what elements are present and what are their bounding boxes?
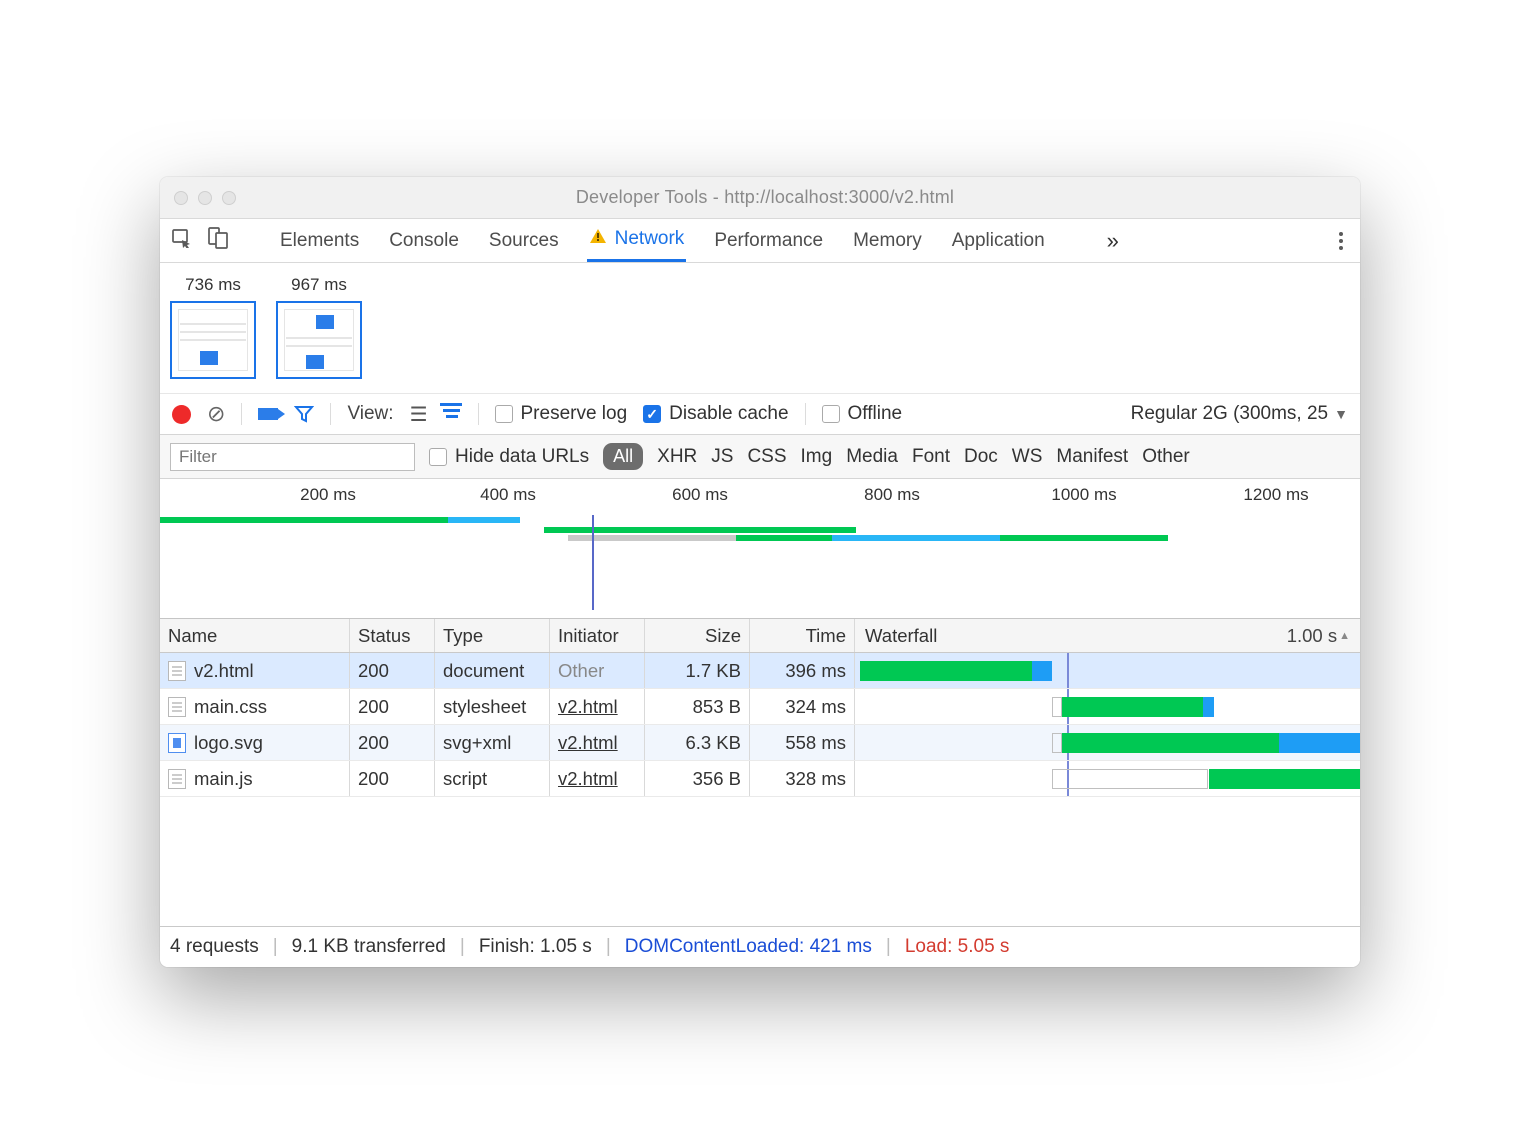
frame-thumbnail [276, 301, 362, 379]
capture-screenshots-icon[interactable] [258, 408, 278, 420]
filmstrip-frame[interactable]: 967 ms [276, 275, 362, 379]
filter-type-other[interactable]: Other [1142, 446, 1190, 468]
col-time[interactable]: Time [750, 619, 855, 652]
table-row[interactable]: v2.html200documentOther1.7 KB396 ms [160, 653, 1360, 689]
throttling-select[interactable]: Regular 2G (300ms, 25▼ [1131, 403, 1348, 425]
overview-toggle-icon[interactable] [440, 402, 462, 427]
table-row[interactable]: main.css200stylesheetv2.html853 B324 ms [160, 689, 1360, 725]
initiator-link[interactable]: v2.html [558, 768, 618, 790]
tick-label: 200 ms [300, 485, 356, 505]
status-requests: 4 requests [170, 936, 259, 958]
offline-checkbox[interactable]: Offline [822, 403, 903, 425]
tab-console[interactable]: Console [387, 219, 461, 262]
preserve-log-checkbox[interactable]: Preserve log [495, 403, 628, 425]
table-row[interactable]: logo.svg200svg+xmlv2.html6.3 KB558 ms [160, 725, 1360, 761]
zoom-window-button[interactable] [222, 191, 236, 205]
table-row[interactable]: main.js200scriptv2.html356 B328 ms [160, 761, 1360, 797]
document-file-icon [168, 697, 186, 717]
hide-data-urls-checkbox[interactable]: Hide data URLs [429, 446, 589, 468]
frame-thumbnail [170, 301, 256, 379]
tab-performance[interactable]: Performance [712, 219, 825, 262]
table-header: Name Status Type Initiator Size Time Wat… [160, 619, 1360, 653]
network-toolbar: ⊘ View: ☰ Preserve log ✓Disable cache Of… [160, 393, 1360, 435]
devtools-menu-icon[interactable] [1338, 219, 1352, 262]
col-name[interactable]: Name [160, 619, 350, 652]
device-toggle-icon[interactable] [208, 227, 228, 254]
clear-button[interactable]: ⊘ [207, 401, 225, 427]
filter-type-xhr[interactable]: XHR [657, 446, 697, 468]
filter-type-doc[interactable]: Doc [964, 446, 998, 468]
document-file-icon [168, 661, 186, 681]
frame-time: 967 ms [291, 275, 347, 295]
filter-type-all[interactable]: All [603, 443, 643, 470]
tab-elements[interactable]: Elements [278, 219, 361, 262]
tick-label: 400 ms [480, 485, 536, 505]
filter-type-manifest[interactable]: Manifest [1056, 446, 1128, 468]
large-rows-icon[interactable]: ☰ [410, 402, 428, 427]
dcl-marker [592, 515, 594, 610]
sort-asc-icon: ▲ [1339, 630, 1350, 642]
image-file-icon [168, 733, 186, 753]
traffic-lights [174, 191, 236, 205]
table-empty-area [160, 797, 1360, 927]
inspect-element-icon[interactable] [172, 228, 194, 253]
window-title: Developer Tools - http://localhost:3000/… [236, 187, 1294, 208]
devtools-window: Developer Tools - http://localhost:3000/… [160, 177, 1360, 967]
status-transferred: 9.1 KB transferred [292, 936, 446, 958]
tab-network[interactable]: Network [587, 219, 687, 262]
view-label: View: [347, 403, 393, 425]
status-dcl: DOMContentLoaded: 421 ms [625, 936, 872, 958]
status-bar: 4 requests | 9.1 KB transferred | Finish… [160, 927, 1360, 967]
minimize-window-button[interactable] [198, 191, 212, 205]
filter-type-ws[interactable]: WS [1012, 446, 1043, 468]
col-size[interactable]: Size [645, 619, 750, 652]
warning-icon [589, 228, 607, 250]
status-finish: Finish: 1.05 s [479, 936, 592, 958]
tab-sources[interactable]: Sources [487, 219, 561, 262]
timeline-overview[interactable]: 200 ms 400 ms 600 ms 800 ms 1000 ms 1200… [160, 479, 1360, 619]
tick-label: 800 ms [864, 485, 920, 505]
filter-type-media[interactable]: Media [846, 446, 898, 468]
request-list: v2.html200documentOther1.7 KB396 msmain.… [160, 653, 1360, 797]
status-load: Load: 5.05 s [905, 936, 1010, 958]
record-button[interactable] [172, 405, 191, 424]
col-status[interactable]: Status [350, 619, 435, 652]
filter-input[interactable] [170, 443, 415, 471]
panel-tabs: Elements Console Sources Network Perform… [250, 219, 1119, 262]
filter-type-css[interactable]: CSS [747, 446, 786, 468]
filter-toggle-icon[interactable] [294, 405, 314, 423]
tick-label: 600 ms [672, 485, 728, 505]
file-name: main.js [194, 768, 253, 790]
panels-tabbar: Elements Console Sources Network Perform… [160, 219, 1360, 263]
tick-label: 1000 ms [1051, 485, 1116, 505]
filter-type-img[interactable]: Img [801, 446, 833, 468]
filter-type-js[interactable]: JS [711, 446, 733, 468]
file-name: logo.svg [194, 732, 263, 754]
file-name: v2.html [194, 660, 254, 682]
close-window-button[interactable] [174, 191, 188, 205]
chevron-down-icon: ▼ [1334, 406, 1348, 422]
document-file-icon [168, 769, 186, 789]
tab-memory[interactable]: Memory [851, 219, 924, 262]
file-name: main.css [194, 696, 267, 718]
frame-time: 736 ms [185, 275, 241, 295]
more-tabs-icon[interactable]: » [1107, 219, 1119, 262]
tick-label: 1200 ms [1243, 485, 1308, 505]
filter-bar: Hide data URLs All XHR JS CSS Img Media … [160, 435, 1360, 479]
titlebar: Developer Tools - http://localhost:3000/… [160, 177, 1360, 219]
tab-application[interactable]: Application [950, 219, 1047, 262]
filmstrip: 736 ms 967 ms [160, 263, 1360, 393]
filmstrip-frame[interactable]: 736 ms [170, 275, 256, 379]
col-waterfall[interactable]: Waterfall 1.00 s▲ [855, 619, 1360, 652]
initiator-link[interactable]: v2.html [558, 696, 618, 718]
disable-cache-checkbox[interactable]: ✓Disable cache [643, 403, 788, 425]
col-type[interactable]: Type [435, 619, 550, 652]
col-initiator[interactable]: Initiator [550, 619, 645, 652]
initiator-link[interactable]: v2.html [558, 732, 618, 754]
filter-type-font[interactable]: Font [912, 446, 950, 468]
